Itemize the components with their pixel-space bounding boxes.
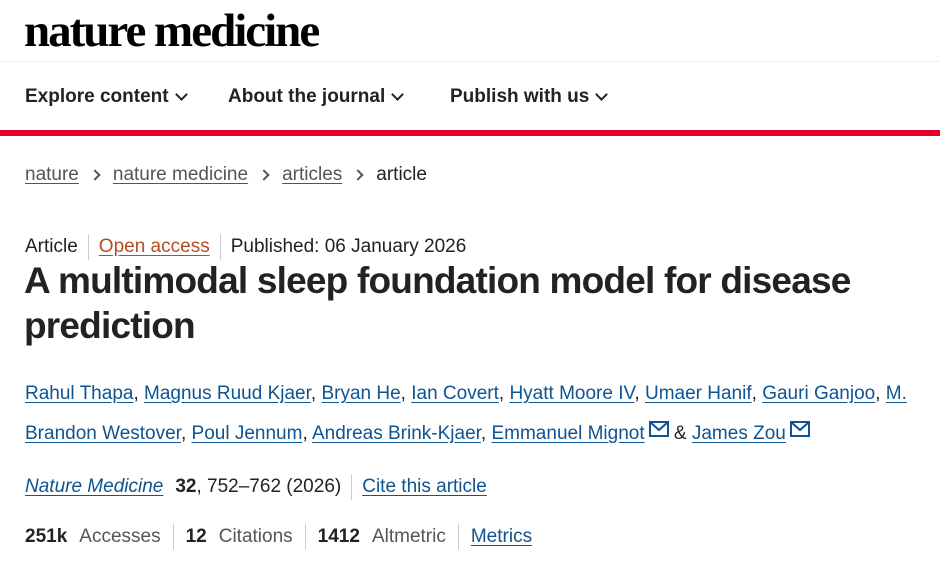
breadcrumb-current: article bbox=[376, 164, 427, 185]
breadcrumb: nature nature medicine articles article bbox=[25, 164, 427, 186]
chevron-right-icon bbox=[89, 169, 101, 181]
author-separator: , bbox=[133, 383, 139, 404]
author-list: Rahul Thapa, Magnus Ruud Kjaer, Bryan He… bbox=[25, 374, 930, 454]
pages-year: , 752–762 (2026) bbox=[196, 476, 342, 497]
chevron-right-icon bbox=[258, 169, 270, 181]
author-link[interactable]: Hyatt Moore IV bbox=[509, 383, 634, 404]
journal-logo[interactable]: nature medicine bbox=[24, 3, 320, 59]
author-separator: , bbox=[498, 383, 505, 404]
author-link[interactable]: Emmanuel Mignot bbox=[491, 423, 644, 444]
breadcrumb-nature-medicine[interactable]: nature medicine bbox=[113, 164, 248, 186]
citation-line: Nature Medicine 32 , 752–762 (2026) Cite… bbox=[25, 474, 487, 500]
divider bbox=[172, 524, 174, 550]
author-link[interactable]: Poul Jennum bbox=[192, 423, 303, 444]
chevron-down-icon bbox=[595, 87, 609, 101]
author-separator: , bbox=[875, 383, 881, 404]
citations-count: 12 bbox=[185, 526, 207, 547]
author-separator: , bbox=[400, 383, 406, 404]
author-and: & bbox=[673, 423, 687, 444]
divider bbox=[304, 524, 306, 550]
author-link[interactable]: Ian Covert bbox=[411, 383, 499, 404]
citations-label: Citations bbox=[218, 526, 293, 547]
author-separator: , bbox=[302, 423, 308, 444]
chevron-right-icon bbox=[352, 169, 364, 181]
main-nav: Explore content About the journal Publis… bbox=[0, 63, 940, 130]
nav-item-label: About the journal bbox=[228, 86, 386, 107]
author-link[interactable]: Bryan He bbox=[321, 383, 400, 404]
altmetric-score: 1412 bbox=[317, 526, 360, 547]
nav-about-journal[interactable]: About the journal bbox=[228, 86, 405, 108]
volume: 32 bbox=[175, 476, 197, 497]
chevron-down-icon bbox=[174, 87, 188, 101]
article-type: Article bbox=[25, 236, 78, 257]
nav-item-label: Explore content bbox=[25, 86, 169, 107]
divider bbox=[457, 524, 459, 550]
author-link[interactable]: Gauri Ganjoo bbox=[762, 383, 875, 404]
author-separator: , bbox=[310, 383, 317, 404]
open-access-link[interactable]: Open access bbox=[99, 236, 210, 258]
article-title: A multimodal sleep foundation model for … bbox=[24, 260, 851, 346]
cite-article-link[interactable]: Cite this article bbox=[362, 476, 487, 498]
author-separator: , bbox=[634, 383, 640, 404]
author-separator: , bbox=[480, 423, 487, 444]
altmetric-label: Altmetric bbox=[371, 526, 446, 547]
author-link[interactable]: Umaer Hanif bbox=[645, 383, 752, 404]
nav-explore-content[interactable]: Explore content bbox=[25, 86, 188, 108]
author-link[interactable]: Andreas Brink-Kjaer bbox=[312, 423, 481, 444]
masthead: nature medicine bbox=[0, 0, 940, 62]
accesses-count: 251k bbox=[25, 526, 68, 547]
author-link[interactable]: James Zou bbox=[692, 423, 786, 444]
divider bbox=[351, 474, 353, 500]
mail-icon[interactable] bbox=[789, 421, 810, 437]
nav-item-label: Publish with us bbox=[450, 86, 590, 107]
article-meta: Article Open access Published: 06 Januar… bbox=[25, 234, 466, 260]
article-metrics: 251k Accesses 12 Citations 1412 Altmetri… bbox=[25, 524, 532, 550]
author-separator: , bbox=[751, 383, 757, 404]
metrics-link[interactable]: Metrics bbox=[471, 526, 532, 548]
author-link[interactable]: Magnus Ruud Kjaer bbox=[144, 383, 311, 404]
author-separator: , bbox=[180, 423, 187, 444]
divider bbox=[87, 234, 89, 260]
author-link[interactable]: Rahul Thapa bbox=[25, 383, 133, 404]
chevron-down-icon bbox=[391, 87, 405, 101]
journal-link[interactable]: Nature Medicine bbox=[25, 476, 163, 498]
breadcrumb-nature[interactable]: nature bbox=[25, 164, 79, 186]
published-date: Published: 06 January 2026 bbox=[230, 236, 467, 257]
nav-publish-with-us[interactable]: Publish with us bbox=[450, 86, 609, 108]
accent-divider bbox=[0, 130, 940, 136]
breadcrumb-articles[interactable]: articles bbox=[282, 164, 342, 186]
mail-icon[interactable] bbox=[648, 421, 669, 437]
divider bbox=[219, 234, 221, 260]
accesses-label: Accesses bbox=[79, 526, 161, 547]
